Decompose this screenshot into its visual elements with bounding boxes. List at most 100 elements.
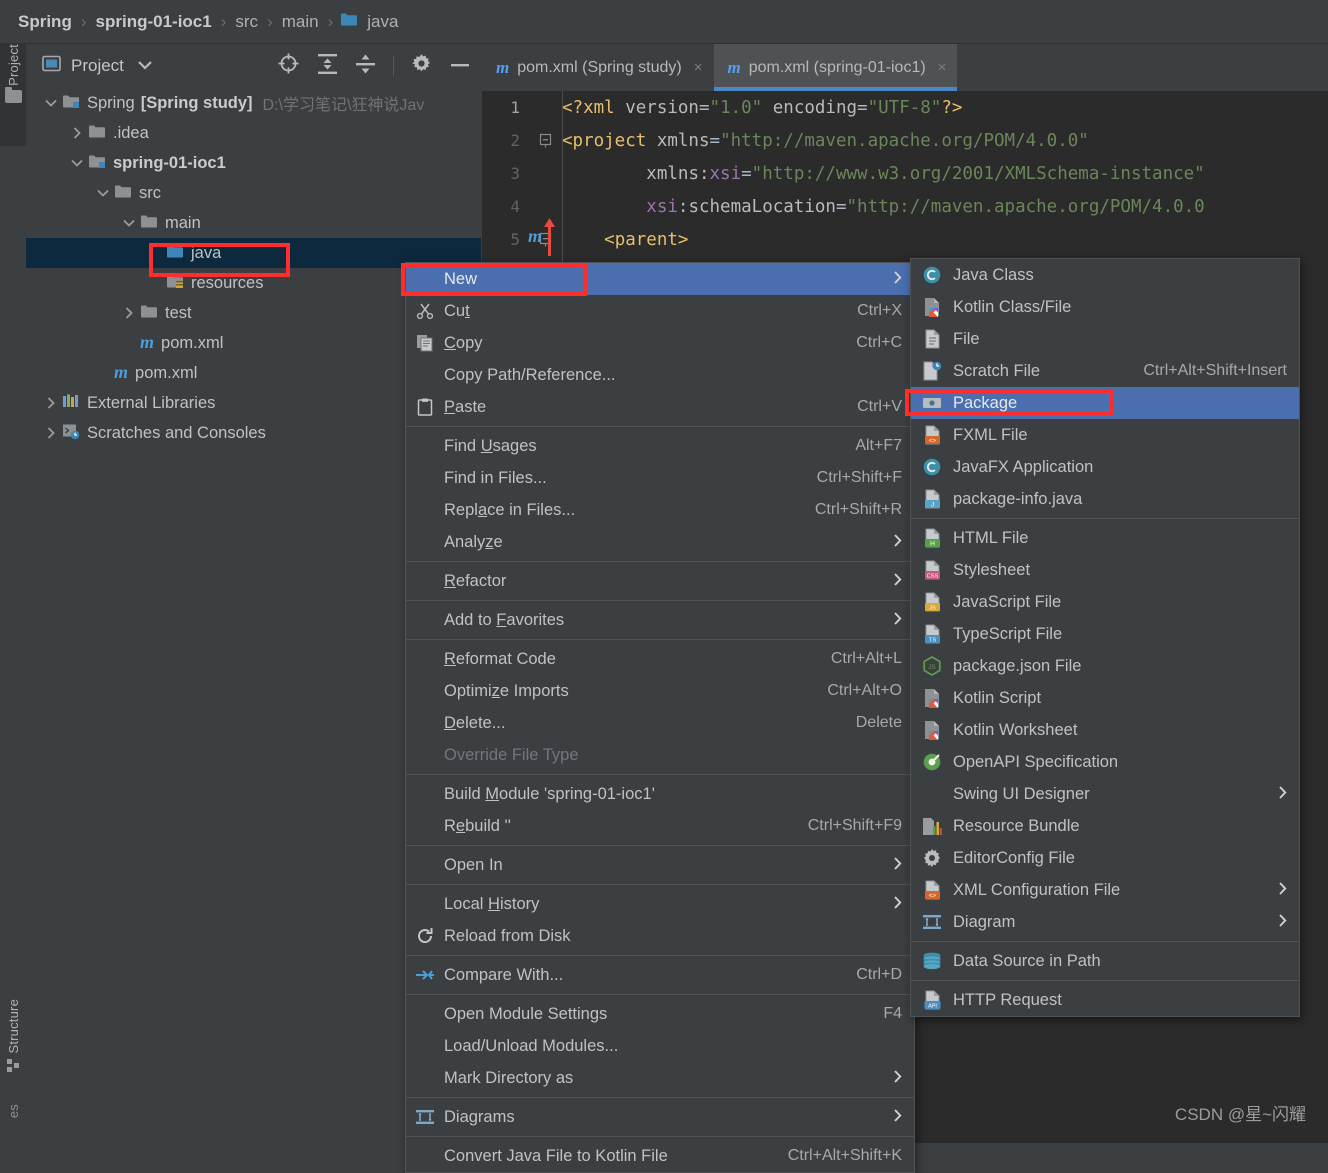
menu-item-open-module-settings[interactable]: Open Module Settings F4 [406,998,914,1030]
line-number: 2 [510,131,520,150]
menu-item-paste[interactable]: Paste Ctrl+V [406,391,914,423]
context-menu[interactable]: New Cut Ctrl+X Copy Ctrl+C Copy Path/Referenc… [405,262,915,1173]
menu-item-openapi-specification[interactable]: OpenAPI Specification [911,746,1299,778]
code-token: = [709,130,721,151]
menu-item-swing-ui-designer[interactable]: Swing UI Designer [911,778,1299,810]
menu-item-html-file[interactable]: H HTML File [911,522,1299,554]
source-folder-blue-icon [166,243,184,264]
close-icon[interactable]: × [694,59,703,76]
menu-item-label: Kotlin Worksheet [953,720,1078,739]
menu-item-reload-from-disk[interactable]: Reload from Disk [406,920,914,952]
menu-item-convert-java-file-to-kotlin-file[interactable]: Convert Java File to Kotlin File Ctrl+Alt… [406,1140,914,1172]
menu-item-data-source-in-path[interactable]: Data Source in Path [911,945,1299,977]
menu-item-load-unload-modules[interactable]: Load/Unload Modules... [406,1030,914,1062]
menu-item-package-info-java[interactable]: Jpackage-info.java [911,483,1299,515]
menu-item-java-class[interactable]: Java Class [911,259,1299,291]
menu-item-package-json-file[interactable]: JS package.json File [911,650,1299,682]
menu-item-kotlin-worksheet[interactable]: Kotlin Worksheet [911,714,1299,746]
menu-item-stylesheet[interactable]: CSS Stylesheet [911,554,1299,586]
svg-text:J: J [930,502,933,509]
menu-item-reformat-code[interactable]: Reformat Code Ctrl+Alt+L [406,643,914,675]
chevron-down-icon[interactable] [92,189,114,197]
chevron-down-icon[interactable] [138,57,152,75]
menu-item-fxml-file[interactable]: <> FXML File [911,419,1299,451]
settings-gear-icon[interactable] [411,53,432,79]
breadcrumb-item-main[interactable]: main [280,12,321,32]
code-token: ?> [941,97,963,118]
tree-row[interactable]: spring-01-ioc1 [26,148,481,178]
menu-item-mark-directory-as[interactable]: Mark Directory as [406,1062,914,1094]
menu-item-package[interactable]: Package [911,387,1299,419]
menu-item-label: Paste [444,397,487,416]
menu-item-find-in-files[interactable]: Find in Files... Ctrl+Shift+F [406,462,914,494]
chevron-right-icon[interactable] [118,307,140,319]
chevron-right-icon[interactable] [66,127,88,139]
menu-item-find-usages[interactable]: Find Usages Alt+F7 [406,430,914,462]
menu-item-compare-with[interactable]: Compare With... Ctrl+D [406,959,914,991]
menu-item-refactor[interactable]: Refactor [406,565,914,597]
menu-item-override-file-type: Override File Type [406,739,914,771]
menu-item-analyze[interactable]: Analyze [406,526,914,558]
tool-window-button-structure[interactable]: Structure es [0,999,26,1143]
menu-item-kotlin-class-file[interactable]: Kotlin Class/File [911,291,1299,323]
menu-item-label: Mark Directory as [444,1068,574,1087]
menu-item-resource-bundle[interactable]: Resource Bundle [911,810,1299,842]
menu-item-optimize-imports[interactable]: Optimize Imports Ctrl+Alt+O [406,675,914,707]
chevron-right-icon[interactable] [40,427,62,439]
code-token: <project [562,130,657,151]
menu-item-javafx-application[interactable]: JavaFX Application [911,451,1299,483]
menu-item-add-to-favorites[interactable]: Add to Favorites [406,604,914,636]
expand-all-icon[interactable] [317,53,338,80]
tree-row[interactable]: main [26,208,481,238]
editor-tab[interactable]: m pom.xml (Spring study) × [482,44,714,91]
menu-item-diagrams[interactable]: Diagrams [406,1101,914,1133]
fold-collapse-icon[interactable] [528,133,562,148]
breadcrumb-item-spring[interactable]: Spring [16,12,74,32]
menu-item-copy-path-reference[interactable]: Copy Path/Reference... [406,359,914,391]
tree-node-label: test [165,303,192,322]
breadcrumb-item-java[interactable]: java [340,11,400,32]
menu-item-shortcut: Ctrl+Alt+O [827,682,902,699]
menu-item-scratch-file[interactable]: Scratch File Ctrl+Alt+Shift+Insert [911,355,1299,387]
close-icon[interactable]: × [938,59,947,76]
menu-item-http-request[interactable]: API HTTP Request [911,984,1299,1016]
fxml-file-icon: <> [911,425,953,445]
tree-row[interactable]: .idea [26,118,481,148]
menu-item-rebuild-default[interactable]: Rebuild '' Ctrl+Shift+F9 [406,810,914,842]
hide-minimize-icon[interactable] [449,57,471,75]
tool-window-button-project[interactable]: Project [0,44,26,146]
menu-item-editorconfig-file[interactable]: EditorConfig File [911,842,1299,874]
menu-item-kotlin-script[interactable]: Kotlin Script [911,682,1299,714]
chevron-down-icon[interactable] [118,219,140,227]
menu-item-typescript-file[interactable]: TS TypeScript File [911,618,1299,650]
menu-item-replace-in-files[interactable]: Replace in Files... Ctrl+Shift+R [406,494,914,526]
tree-row[interactable]: src [26,178,481,208]
menu-item-copy[interactable]: Copy Ctrl+C [406,327,914,359]
menu-item-local-history[interactable]: Local History [406,888,914,920]
chevron-right-icon[interactable] [40,397,62,409]
chevron-down-icon[interactable] [40,99,62,107]
tool-window-label-favorites: es [5,1103,21,1118]
collapse-all-icon[interactable] [355,53,376,80]
breadcrumb-item-src[interactable]: src [233,12,260,32]
menu-item-label: Diagrams [444,1107,515,1126]
menu-item-file[interactable]: File [911,323,1299,355]
menu-item-build-module-spring-01-ioc1[interactable]: Build Module 'spring-01-ioc1' [406,778,914,810]
menu-item-javascript-file[interactable]: JS JavaScript File [911,586,1299,618]
menu-item-label: Cut [444,301,470,320]
tree-row[interactable]: Spring [Spring study] D:\学习笔记\狂神说Jav [26,88,481,118]
menu-item-delete[interactable]: Delete... Delete [406,707,914,739]
menu-item-open-in[interactable]: Open In [406,849,914,881]
breadcrumb-item-spring-01-ioc1[interactable]: spring-01-ioc1 [94,12,214,32]
locate-target-icon[interactable] [277,52,300,80]
editor-tab[interactable]: m pom.xml (spring-01-ioc1) × [713,44,958,91]
menu-item-xml-configuration-file[interactable]: <> XML Configuration File [911,874,1299,906]
menu-item-cut[interactable]: Cut Ctrl+X [406,295,914,327]
chevron-down-icon[interactable] [66,159,88,167]
menu-item-label: Rebuild '' [444,816,511,835]
folder-icon [140,213,158,234]
menu-item-diagram[interactable]: Diagram [911,906,1299,938]
menu-item-new[interactable]: New [406,263,914,295]
new-submenu[interactable]: Java Class Kotlin Class/File File Scratch F… [910,258,1300,1017]
